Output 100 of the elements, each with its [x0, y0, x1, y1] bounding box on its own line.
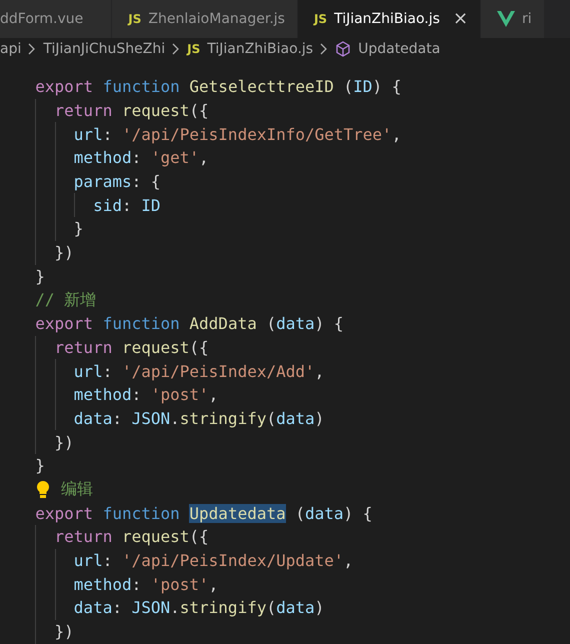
code-token: method: [72, 574, 132, 594]
code-token: }: [72, 219, 84, 238]
code-token: ,: [344, 551, 354, 570]
code-token: ,: [199, 148, 209, 168]
code-token: (: [266, 408, 276, 428]
cube-icon: [335, 41, 352, 57]
code-token: 'post': [150, 385, 209, 404]
code-token: JSON: [132, 408, 170, 428]
code-token: ) {: [372, 77, 402, 96]
code-token: GetselecttreeID: [189, 77, 334, 96]
code-token: :: [132, 385, 142, 404]
code-token: }: [34, 456, 45, 476]
code-token: ): [314, 408, 324, 428]
code-token: (: [294, 504, 305, 523]
code-token: url: [72, 551, 103, 570]
code-token: ID: [141, 196, 160, 215]
code-token: JSON: [132, 598, 170, 618]
code-token: }): [54, 622, 74, 642]
code-token: return: [54, 527, 114, 546]
code-token: '/api/PeisIndex/Update': [122, 551, 344, 570]
code-token: function: [102, 314, 181, 334]
code-token: ) {: [314, 314, 344, 334]
code-token: :: [132, 574, 142, 594]
code-token: :: [122, 196, 133, 215]
code-token: ({: [189, 527, 209, 546]
code-token: Updatedata: [189, 504, 286, 523]
code-token: data: [305, 504, 344, 523]
breadcrumb-item[interactable]: api: [0, 41, 22, 57]
editor-tab[interactable]: JS TiJianZhiBiao.js ×: [298, 0, 482, 38]
code-token: stringify: [180, 598, 266, 618]
code-token: ({: [189, 101, 209, 120]
code-token: data: [276, 598, 315, 618]
code-token: }: [34, 266, 45, 286]
code-token: (: [265, 314, 276, 334]
code-token: export: [34, 314, 94, 334]
code-token: ): [314, 598, 324, 618]
code-comment: // 新增: [34, 290, 96, 311]
code-token: .: [170, 408, 180, 428]
code-token: '/api/PeisIndexInfo/GetTree': [122, 124, 392, 144]
code-token: ,: [208, 574, 218, 594]
code-token: 'get': [150, 148, 200, 168]
code-token: :: [102, 362, 114, 381]
close-icon[interactable]: ×: [452, 10, 468, 28]
code-token: AddData: [189, 314, 257, 334]
editor-tab[interactable]: JS ZhenlaioManager.js: [112, 0, 298, 38]
code-token: ,: [392, 124, 402, 144]
breadcrumb-item[interactable]: TiJianJiChuSheZhi: [43, 41, 166, 57]
js-icon: JS: [187, 42, 200, 56]
code-token: 'post': [150, 574, 209, 594]
code-token: url: [72, 124, 103, 144]
code-token: '/api/PeisIndex/Add': [122, 362, 315, 381]
code-token: method: [72, 148, 132, 168]
code-token: return: [54, 101, 114, 120]
code-token: request: [122, 338, 190, 357]
code-token: :: [112, 598, 123, 618]
code-token: :: [102, 124, 114, 144]
code-token: function: [102, 77, 181, 96]
lightbulb-icon[interactable]: [35, 480, 51, 500]
code-token: ,: [314, 362, 324, 381]
code-token: .: [170, 598, 180, 618]
code-token: (: [266, 598, 276, 618]
js-icon: JS: [314, 12, 328, 26]
code-token: request: [122, 101, 190, 120]
chevron-icon: [172, 43, 180, 55]
code-token: ID: [353, 77, 372, 96]
code-token: stringify: [180, 408, 266, 428]
code-token: data: [276, 314, 315, 334]
code-token: :: [132, 148, 142, 168]
js-icon: JS: [128, 12, 142, 26]
chevron-icon: [28, 43, 36, 55]
tab-label: ZhenlaioManager.js: [148, 11, 285, 27]
code-token: url: [72, 362, 103, 381]
code-token: ({: [189, 338, 209, 357]
editor-tab[interactable]: ddForm.vue: [0, 0, 112, 38]
tab-label: ri: [522, 11, 532, 27]
code-token: return: [54, 338, 114, 357]
code-token: method: [72, 385, 132, 404]
code-token: data: [72, 408, 112, 428]
code-token: ,: [208, 385, 218, 404]
code-token: params: [72, 172, 132, 192]
code-token: data: [72, 598, 112, 618]
code-token: }): [54, 243, 74, 262]
editor-tab[interactable]: ri: [481, 0, 545, 38]
v-logo-icon: [497, 11, 516, 27]
code-token: function: [102, 504, 181, 523]
breadcrumb-item[interactable]: Updatedata: [358, 41, 440, 57]
tab-label: ddForm.vue: [0, 11, 84, 27]
code-token: ) {: [344, 504, 372, 523]
breadcrumb-item[interactable]: TiJianZhiBiao.js: [207, 41, 314, 57]
code-token: data: [276, 408, 315, 428]
code-token: export: [34, 504, 94, 523]
code-token: export: [34, 77, 94, 96]
code-token: }): [54, 432, 74, 452]
code-token: request: [122, 527, 190, 546]
code-token: (: [342, 77, 354, 96]
code-token: sid: [92, 196, 122, 215]
code-token: :: [102, 551, 114, 570]
code-token: :: [112, 408, 123, 428]
chevron-icon: [320, 43, 328, 55]
code-token: : {: [132, 172, 160, 192]
